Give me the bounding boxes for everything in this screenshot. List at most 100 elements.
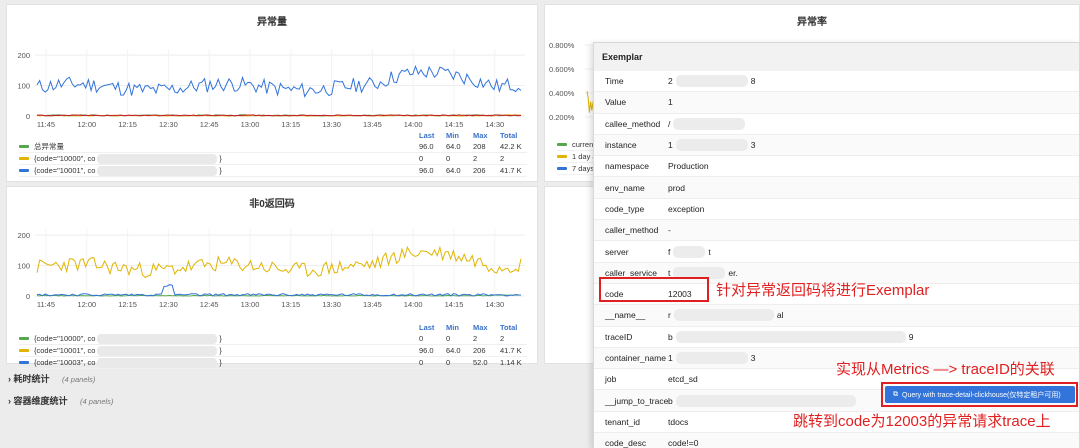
redacted-text [97,165,218,176]
field-value-tail: 3 [750,353,756,363]
x-tick-label: 13:15 [281,300,300,309]
field-key: server [605,246,629,257]
series-10001-line [36,245,522,279]
x-tick-label: 14:15 [445,120,464,129]
x-tick-label: 14:00 [404,300,423,309]
field-key: namespace [605,161,649,172]
redacted-text [97,345,218,356]
legend-header: Last Min Max Total [19,129,527,141]
field-value: f [668,246,671,257]
legend-label: {code="10001", co [34,166,96,175]
query-button-highlight-box [881,382,1078,407]
legend-col-header[interactable]: Last [419,323,446,332]
field-value-tail: 3 [750,140,756,151]
legend-min: 64.0 [446,166,461,175]
legend-label-suffix: } [219,346,222,355]
nonzero-code-chart[interactable]: 200 100 0 11:45 12:00 12:15 12:30 12:45 13:00 13:… [7,215,537,335]
legend-total: 41.7 K [500,166,522,175]
chevron-right-icon: › [8,396,11,406]
legend-item[interactable]: {code="10001", co} 96.0 64.0 206 41.7 K [19,345,527,357]
legend-total: 41.7 K [500,346,522,355]
field-value: 1 [668,353,673,363]
series-other-line [36,114,522,117]
x-tick-label: 13:00 [241,300,260,309]
legend-item[interactable]: {code="10001", co} 96.0 64.0 206 41.7 K [19,165,527,177]
legend-item[interactable]: 总异常量 96.0 64.0 208 42.2 K [19,141,527,153]
legend-min: 0 [446,358,451,367]
legend-max: 208 [473,142,486,151]
redacted-text [675,352,748,364]
legend-col-header[interactable]: Max [473,131,500,140]
x-tick-label: 13:30 [322,300,341,309]
exemplar-field-name: __name__ r al [594,305,1079,327]
field-value: b [668,331,673,342]
legend-label-suffix: } [219,358,222,367]
x-tick-label: 13:00 [241,120,260,129]
exemplar-field-code-desc: code_desc code!=0 [594,433,1079,448]
row-container-stats[interactable]: › 容器维度统计 (4 panels) [8,394,113,407]
x-tick-label: 14:30 [485,300,504,309]
legend-last: 96.0 [419,142,434,151]
legend-col-header[interactable]: Min [446,131,473,140]
exemplar-field-traceid: traceID b 9 [594,327,1079,348]
legend-max: 206 [473,166,486,175]
field-value-tail: t [708,246,711,257]
legend-min: 0 [446,334,451,343]
field-value: code!=0 [668,438,699,448]
x-tick-label: 14:30 [485,120,504,129]
code-highlight-box [599,277,709,302]
field-value-tail: 9 [908,331,914,342]
redacted-text [673,309,774,322]
redacted-text [97,357,218,368]
row-latency-stats[interactable]: › 耗时统计 (4 panels) [8,372,95,385]
field-value: 1 [668,140,673,151]
x-tick-label: 13:30 [322,120,341,129]
legend-swatch [557,155,567,158]
field-value: prod [668,182,686,193]
x-tick-label: 12:30 [159,300,178,309]
legend-min: 0 [446,154,451,163]
field-key: code_desc [605,438,647,448]
exemplar-field-value: Value 1 [594,92,1079,114]
exemplar-field-server: server f t [594,241,1079,263]
legend-last: 96.0 [419,166,434,175]
x-tick-label: 12:00 [77,120,96,129]
redacted-text [97,333,218,344]
legend-item[interactable]: {code="10000", co} 0 0 2 2 [19,153,527,165]
legend-total: 2 [500,334,505,343]
legend-item[interactable]: {code="10003", co} 0 0 52.0 1.14 K [19,357,527,369]
field-value-tail: al [776,310,784,321]
y-tick-label: 100 [17,262,30,271]
field-key: tenant_id [605,416,640,427]
x-tick-label: 14:15 [445,300,464,309]
series-10001-line [36,64,522,98]
exemplar-title: Exemplar [594,43,1079,71]
legend-col-header[interactable]: Max [473,323,500,332]
legend-last: 96.0 [419,346,434,355]
y-tick-label: 100 [17,82,30,91]
field-value: etcd_sd [668,374,698,385]
redacted-text [675,394,856,407]
legend-col-header[interactable]: Total [500,131,527,140]
anomaly-count-panel: 异常量 200 100 0 11:45 12:00 12:15 12:30 12:45 13:0… [6,4,538,182]
y-tick-label: 0.800% [549,41,575,50]
exemplar-field-callee-method: callee_method / [594,114,1079,135]
field-key: env_name [605,182,645,193]
x-tick-label: 13:45 [363,120,382,129]
row-panel-count: (4 panels) [80,397,114,406]
nonzero-code-panel: 非0返回码 200 100 0 11:45 12:00 12:15 12:30 12:45 13… [6,186,538,369]
legend-col-header[interactable]: Min [446,323,473,332]
annotation-jump: 跳转到code为12003的异常请求trace上 [793,413,1051,430]
field-key: caller_method [605,225,659,236]
field-key: job [605,374,617,385]
x-tick-label: 11:45 [37,120,55,129]
field-key: instance [605,140,637,151]
legend-label-suffix: } [219,334,222,343]
legend-col-header[interactable]: Total [500,323,527,332]
legend-item[interactable]: {code="10000", co} 0 0 2 2 [19,333,527,345]
chevron-right-icon: › [8,374,11,384]
field-value: exception [668,203,705,214]
legend-swatch [557,143,567,146]
legend-col-header[interactable]: Last [419,131,446,140]
legend-last: 0 [419,358,424,367]
